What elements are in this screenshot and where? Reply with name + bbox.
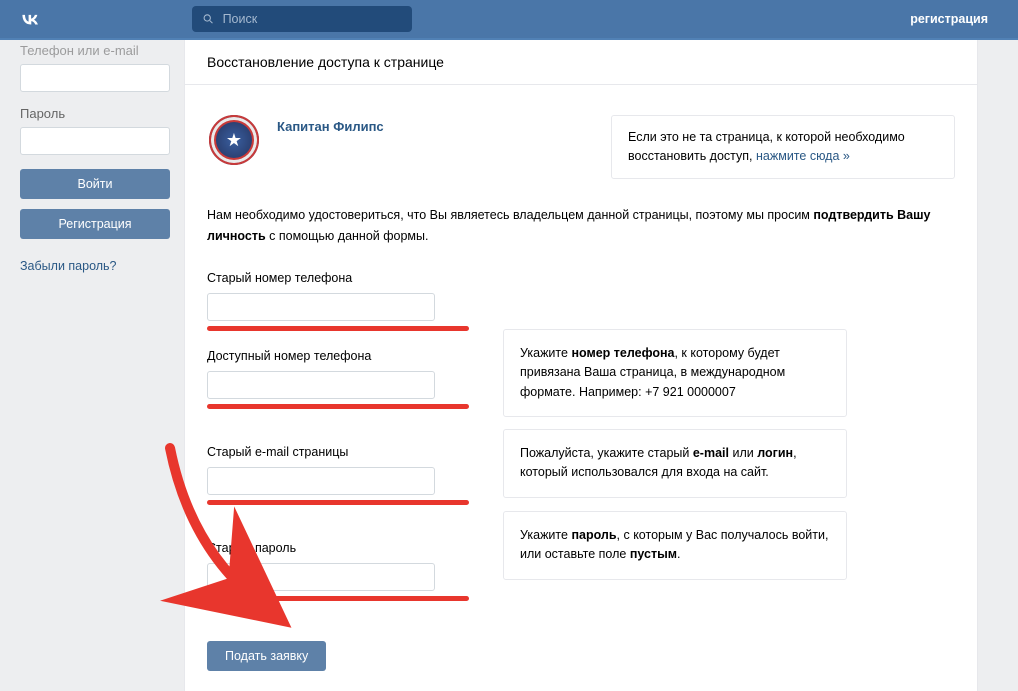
password-label: Пароль: [20, 106, 170, 121]
register-button[interactable]: Регистрация: [20, 209, 170, 239]
available-phone-label: Доступный номер телефона: [207, 349, 955, 363]
avatar[interactable]: [209, 115, 259, 165]
top-header: регистрация: [0, 0, 1018, 40]
instruction-post: с помощью данной формы.: [266, 229, 429, 243]
submit-button[interactable]: Подать заявку: [207, 641, 326, 671]
old-password-label: Старый пароль: [207, 541, 955, 555]
forgot-password-link[interactable]: Забыли пароль?: [20, 259, 117, 273]
profile-name-link[interactable]: Капитан Филипс: [277, 119, 384, 134]
hint-text: Укажите: [520, 528, 571, 542]
old-email-input[interactable]: [207, 467, 435, 495]
old-email-label: Старый e-mail страницы: [207, 445, 955, 459]
annotation-underline: [207, 404, 469, 409]
annotation-underline: [207, 500, 469, 505]
header-register-link[interactable]: регистрация: [910, 12, 988, 26]
search-icon: [202, 12, 215, 26]
login-button[interactable]: Войти: [20, 169, 170, 199]
old-password-input[interactable]: [207, 563, 435, 591]
hint-text: пароль: [571, 528, 616, 542]
wrong-page-link[interactable]: нажмите сюда »: [756, 149, 850, 163]
password-input[interactable]: [20, 127, 170, 155]
search-input[interactable]: [223, 12, 402, 26]
old-phone-input[interactable]: [207, 293, 435, 321]
page-title: Восстановление доступа к странице: [185, 40, 977, 85]
wrong-page-hint: Если это не та страница, к которой необх…: [611, 115, 955, 179]
available-phone-input[interactable]: [207, 371, 435, 399]
login-sidebar: Телефон или e-mail Пароль Войти Регистра…: [0, 40, 184, 691]
instruction-pre: Нам необходимо удостовериться, что Вы яв…: [207, 208, 813, 222]
old-phone-label: Старый номер телефона: [207, 271, 955, 285]
annotation-underline: [207, 326, 469, 331]
search-container[interactable]: [192, 6, 412, 32]
vk-logo[interactable]: [18, 7, 42, 31]
vk-logo-icon: [18, 7, 42, 31]
instruction-text: Нам необходимо удостовериться, что Вы яв…: [207, 205, 955, 248]
phone-email-label: Телефон или e-mail: [20, 43, 170, 58]
main-panel: Восстановление доступа к странице Капита…: [184, 40, 978, 691]
annotation-underline: [207, 596, 469, 601]
phone-email-input[interactable]: [20, 64, 170, 92]
